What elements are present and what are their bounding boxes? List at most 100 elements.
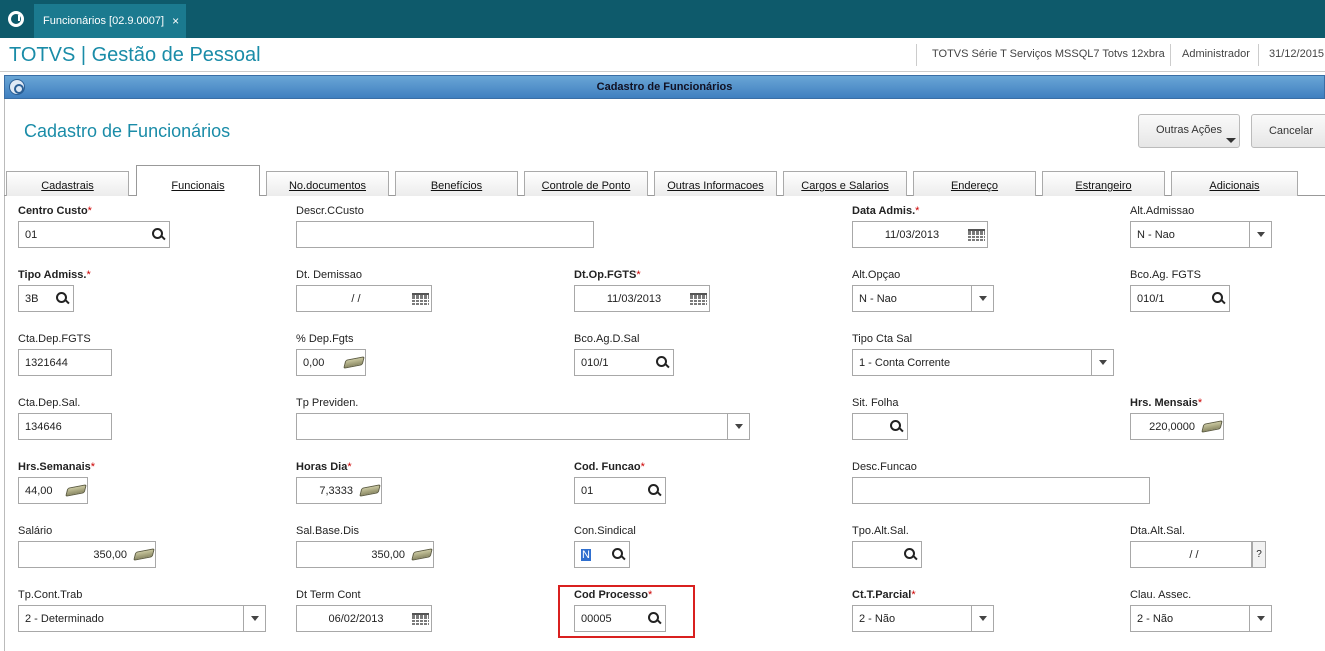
tab-beneficios[interactable]: Benefícios: [395, 171, 518, 196]
hrs-semanais-field[interactable]: 44,00: [18, 477, 88, 504]
calendar-icon[interactable]: [965, 222, 987, 247]
money-calculator-icon[interactable]: [411, 542, 433, 567]
tab-adicionais[interactable]: Adicionais: [1171, 171, 1298, 196]
bco-ag-d-sal-field[interactable]: 010/1: [574, 349, 674, 376]
user-label[interactable]: Administrador: [1182, 48, 1250, 60]
centro-custo-value: 01: [25, 228, 38, 241]
desc-funcao-field[interactable]: [852, 477, 1150, 504]
cod-funcao-field[interactable]: 01: [574, 477, 666, 504]
cta-dep-fgts-field[interactable]: 1321644: [18, 349, 112, 376]
chevron-down-icon[interactable]: [243, 606, 265, 631]
data-admis-label: Data Admis.*: [852, 205, 920, 217]
tipo-cta-sal-select[interactable]: 1 - Conta Corrente: [852, 349, 1114, 376]
search-icon[interactable]: [651, 350, 673, 375]
descr-ccusto-field[interactable]: [296, 221, 594, 248]
chevron-down-icon[interactable]: [1249, 606, 1271, 631]
pct-dep-fgts-label: % Dep.Fgts: [296, 333, 354, 345]
search-icon[interactable]: [607, 542, 629, 567]
search-icon[interactable]: [1207, 286, 1229, 311]
money-calculator-icon[interactable]: [343, 350, 365, 375]
help-button[interactable]: ?: [1252, 541, 1266, 568]
clau-assec-select[interactable]: 2 - Não: [1130, 605, 1272, 632]
app-tab-funcionarios[interactable]: Funcionários [02.9.0007] ×: [34, 4, 186, 38]
search-icon[interactable]: [885, 414, 907, 439]
cta-dep-sal-field[interactable]: 134646: [18, 413, 112, 440]
chevron-down-icon[interactable]: [727, 414, 749, 439]
tpo-alt-sal-field[interactable]: [852, 541, 922, 568]
tipo-admiss-field[interactable]: 3B: [18, 285, 74, 312]
alt-opcao-select[interactable]: N - Nao: [852, 285, 994, 312]
pct-dep-fgts-value: 0,00: [303, 356, 325, 369]
tp-cont-trab-select[interactable]: 2 - Determinado: [18, 605, 266, 632]
calendar-icon[interactable]: [409, 606, 431, 631]
close-icon[interactable]: ×: [172, 14, 179, 28]
dt-op-fgts-field[interactable]: 11/03/2013: [574, 285, 710, 312]
ct-t-parcial-select[interactable]: 2 - Não: [852, 605, 994, 632]
horas-dia-value: 7,3333: [319, 484, 353, 497]
cta-dep-fgts-value: 1321644: [25, 356, 68, 369]
sal-base-dis-value: 350,00: [371, 548, 405, 561]
money-calculator-icon[interactable]: [359, 478, 381, 503]
tipo-admiss-label: Tipo Admiss.*: [18, 269, 91, 281]
dta-alt-sal-field[interactable]: / /: [1130, 541, 1252, 568]
data-admis-field[interactable]: 11/03/2013: [852, 221, 988, 248]
tab-endereco[interactable]: Endereço: [913, 171, 1036, 196]
con-sindical-selected-text: N: [581, 548, 591, 561]
cancel-button[interactable]: Cancelar: [1251, 114, 1325, 148]
tp-cont-trab-value: 2 - Determinado: [25, 612, 104, 625]
chevron-down-icon[interactable]: [971, 606, 993, 631]
money-calculator-icon[interactable]: [1201, 414, 1223, 439]
pct-dep-fgts-field[interactable]: 0,00: [296, 349, 366, 376]
money-calculator-icon[interactable]: [65, 478, 87, 503]
chevron-down-icon[interactable]: [971, 286, 993, 311]
tab-no-documentos[interactable]: No.documentos: [266, 171, 389, 196]
con-sindical-field[interactable]: N: [574, 541, 630, 568]
dialog-window-title: Cadastro de Funcionários: [596, 81, 733, 93]
sal-base-dis-label: Sal.Base.Dis: [296, 525, 359, 537]
sal-base-dis-field[interactable]: 350,00: [296, 541, 434, 568]
date-label: 31/12/2015: [1269, 48, 1325, 60]
cancel-label: Cancelar: [1268, 125, 1314, 137]
ct-t-parcial-value: 2 - Não: [859, 612, 896, 625]
horas-dia-field[interactable]: 7,3333: [296, 477, 382, 504]
sit-folha-field[interactable]: [852, 413, 908, 440]
search-icon[interactable]: [147, 222, 169, 247]
search-icon[interactable]: [899, 542, 921, 567]
totvs-logo-icon[interactable]: [0, 0, 32, 38]
cod-funcao-label: Cod. Funcao*: [574, 461, 645, 473]
chevron-down-icon[interactable]: [1249, 222, 1271, 247]
tab-controle-de-ponto[interactable]: Controle de Ponto: [524, 171, 648, 196]
alt-admissao-select[interactable]: N - Nao: [1130, 221, 1272, 248]
header-divider: [916, 44, 917, 66]
salario-value: 350,00: [93, 548, 127, 561]
sit-folha-label: Sit. Folha: [852, 397, 899, 409]
money-calculator-icon[interactable]: [133, 542, 155, 567]
chevron-down-icon[interactable]: [1091, 350, 1113, 375]
alt-opcao-value: N - Nao: [859, 292, 897, 305]
salario-field[interactable]: 350,00: [18, 541, 156, 568]
clau-assec-label: Clau. Assec.: [1130, 589, 1192, 601]
tab-funcionais[interactable]: Funcionais: [136, 165, 260, 196]
con-sindical-label: Con.Sindical: [574, 525, 636, 537]
tab-cadastrais[interactable]: Cadastrais: [6, 171, 129, 196]
centro-custo-field[interactable]: 01: [18, 221, 170, 248]
app-header: TOTVS | Gestão de Pessoal TOTVS Série T …: [0, 38, 1325, 72]
other-actions-button[interactable]: Outras Ações: [1138, 114, 1240, 148]
dt-term-cont-field[interactable]: 06/02/2013: [296, 605, 432, 632]
dt-term-cont-label: Dt Term Cont: [296, 589, 361, 601]
alt-opcao-label: Alt.Opçao: [852, 269, 901, 281]
hrs-mensais-field[interactable]: 220,0000: [1130, 413, 1224, 440]
tab-outras-informacoes[interactable]: Outras Informacoes: [654, 171, 777, 196]
tab-estrangeiro[interactable]: Estrangeiro: [1042, 171, 1165, 196]
bco-ag-fgts-field[interactable]: 010/1: [1130, 285, 1230, 312]
dt-demissao-field[interactable]: / /: [296, 285, 432, 312]
tab-cargos-e-salarios[interactable]: Cargos e Salarios: [783, 171, 907, 196]
calendar-icon[interactable]: [687, 286, 709, 311]
tipo-admiss-value: 3B: [25, 292, 39, 305]
con-sindical-value: N: [575, 548, 607, 561]
calendar-icon[interactable]: [409, 286, 431, 311]
tp-previden-select[interactable]: [296, 413, 750, 440]
search-icon[interactable]: [51, 286, 73, 311]
search-icon[interactable]: [643, 478, 665, 503]
other-actions-label: Outras Ações: [1155, 124, 1223, 136]
